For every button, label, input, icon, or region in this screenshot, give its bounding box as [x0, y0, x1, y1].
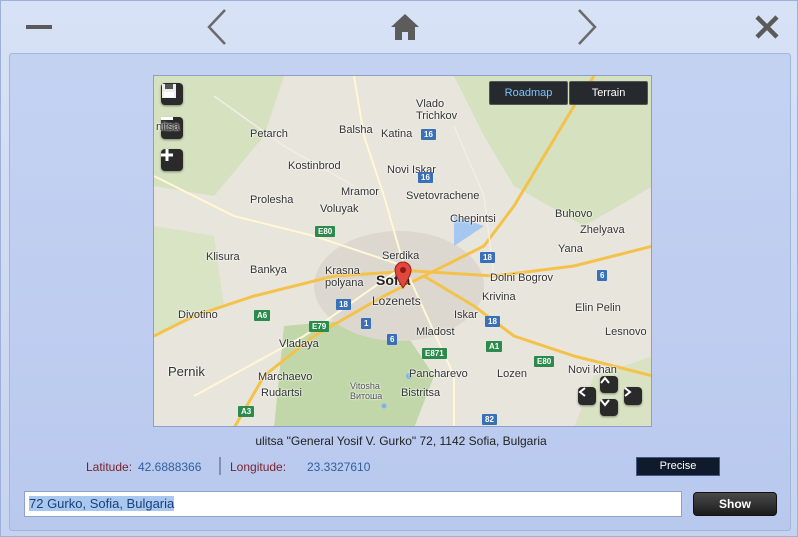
- place-label: Krivina: [482, 291, 516, 303]
- longitude-value: 23.3327610: [307, 460, 370, 474]
- place-label: Elin Pelin: [575, 302, 621, 314]
- place-label: Balsha: [339, 124, 373, 136]
- place-label: Rudartsi: [261, 387, 302, 399]
- road-shield: E871: [422, 348, 447, 359]
- home-icon[interactable]: [383, 7, 427, 47]
- place-label: Vladaya: [279, 338, 319, 350]
- latitude-key: Latitude:: [86, 460, 133, 474]
- place-label: Bistritsa: [401, 387, 441, 399]
- show-button[interactable]: Show: [693, 492, 777, 516]
- place-label: Lozenets: [372, 294, 421, 308]
- maptype-roadmap[interactable]: Roadmap: [489, 81, 568, 105]
- chevron-right-icon[interactable]: [565, 7, 609, 47]
- road-shield: 6: [597, 270, 608, 281]
- place-label: Kostinbrod: [288, 160, 341, 172]
- place-label: Vitosha Витоша: [350, 381, 383, 401]
- road-shield: 16: [418, 172, 433, 183]
- road-shield: E80: [534, 356, 555, 367]
- road-shield: 18: [336, 299, 351, 310]
- chevron-left-icon[interactable]: [195, 7, 239, 47]
- place-label: Mramor: [341, 186, 379, 198]
- place-label: Yana: [558, 243, 583, 255]
- place-label: Bankya: [250, 264, 287, 276]
- place-label: Prolesha: [250, 194, 294, 206]
- road-shield: 6: [387, 334, 398, 345]
- location-panel: Roadmap Terrain Vlado Trichkov nitsa Pet…: [9, 53, 791, 531]
- pan-up-icon[interactable]: [600, 376, 618, 393]
- road-shield: A1: [486, 341, 503, 352]
- latitude-value-text: 42.6888366: [138, 460, 202, 474]
- app-window: Roadmap Terrain Vlado Trichkov nitsa Pet…: [0, 0, 798, 537]
- road-shield: 18: [480, 252, 495, 263]
- address-text: ulitsa "General Yosif V. Gurko" 72, 1142…: [255, 434, 547, 448]
- place-label: Krasna polyana: [325, 265, 364, 289]
- latitude-label: Latitude:: [86, 460, 132, 474]
- maptype-terrain[interactable]: Terrain: [569, 81, 648, 105]
- place-label: Svetovrachene: [406, 190, 480, 202]
- road-shield: 82: [482, 414, 497, 425]
- pan-left-icon[interactable]: [578, 387, 596, 405]
- address-search-value: 72 Gurko, Sofia, Bulgaria: [29, 496, 175, 511]
- place-label: nitsa: [156, 121, 180, 133]
- place-label: Pancharevo: [409, 368, 468, 380]
- close-icon[interactable]: [745, 7, 789, 47]
- longitude-key: Longitude:: [230, 460, 287, 474]
- place-label: Lesnovo: [605, 326, 647, 338]
- toolbar: [1, 1, 797, 53]
- road-shield: A6: [254, 310, 271, 321]
- place-label: Pernik: [168, 364, 205, 379]
- pan-right-icon[interactable]: [624, 387, 642, 405]
- save-icon[interactable]: [161, 83, 183, 105]
- place-label: Lozen: [497, 368, 527, 380]
- road-shield: A3: [238, 406, 255, 417]
- place-label: Buhovo: [555, 208, 593, 220]
- divider: [219, 457, 221, 475]
- pan-down-icon[interactable]: [600, 399, 618, 416]
- place-label: Novi khan: [568, 364, 617, 376]
- map-view[interactable]: Roadmap Terrain Vlado Trichkov nitsa Pet…: [153, 75, 652, 427]
- place-label: Petarch: [250, 128, 288, 140]
- precision-badge: Precise: [636, 457, 720, 476]
- road-shield: E79: [309, 321, 330, 332]
- place-label: Klisura: [206, 251, 240, 263]
- minus-icon[interactable]: [17, 7, 61, 47]
- place-label: Iskar: [454, 309, 478, 321]
- zoom-in-icon[interactable]: [161, 149, 183, 171]
- longitude-label: Longitude:: [230, 460, 286, 474]
- place-label: Dolni Bogrov: [490, 272, 553, 284]
- place-label: Zhelyava: [580, 224, 625, 236]
- road-shield: 1: [361, 318, 372, 329]
- longitude-value-text: 23.3327610: [307, 460, 371, 474]
- road-shield: E80: [315, 226, 336, 237]
- place-label: Vlado Trichkov: [416, 98, 458, 122]
- place-label: Marchaevo: [258, 371, 313, 383]
- road-shield: 16: [421, 129, 436, 140]
- address-search-input[interactable]: 72 Gurko, Sofia, Bulgaria: [24, 491, 682, 517]
- place-label: Divotino: [178, 309, 218, 321]
- place-label: Katina: [381, 128, 413, 140]
- latitude-value: 42.6888366: [138, 460, 201, 474]
- place-label: Chepintsi: [450, 213, 496, 225]
- place-label: Voluyak: [320, 203, 359, 215]
- place-label: Mladost: [416, 326, 455, 338]
- road-shield: 18: [485, 316, 500, 327]
